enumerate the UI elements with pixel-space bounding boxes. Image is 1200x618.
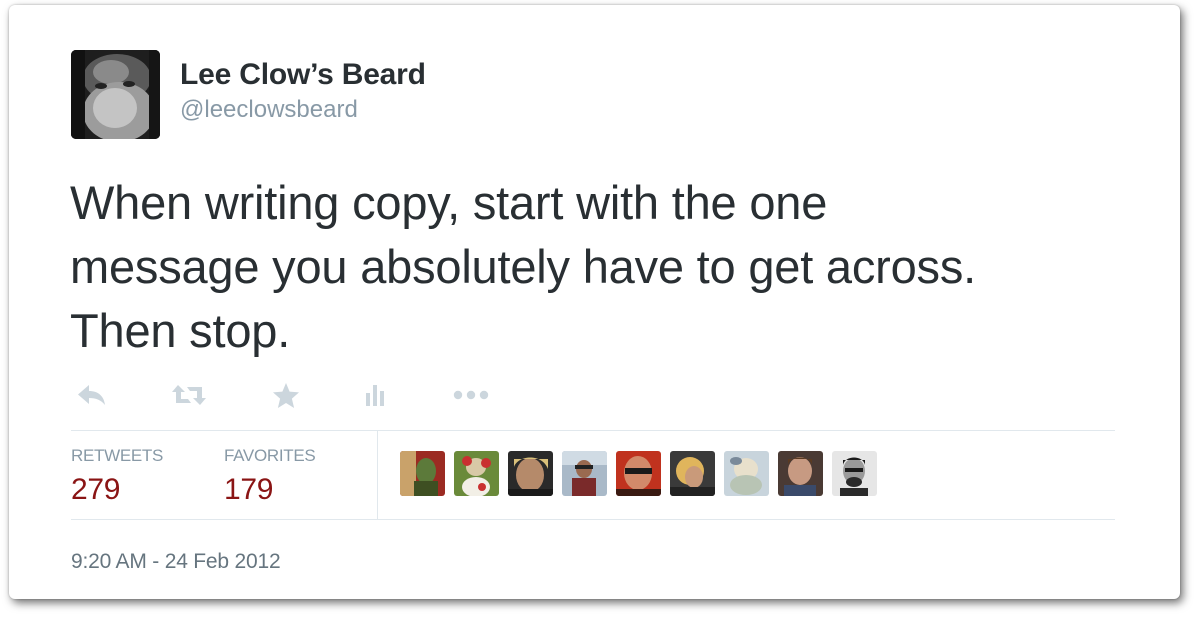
ellipsis-icon: [453, 390, 489, 400]
favoriter-avatar[interactable]: [778, 451, 823, 496]
favoriter-avatar[interactable]: [454, 451, 499, 496]
bar-chart-icon: [366, 385, 384, 406]
favoriter-avatar[interactable]: [562, 451, 607, 496]
tweet-card: Lee Clow’s Beard @leeclowsbeard When wri…: [9, 5, 1180, 599]
retweets-stat[interactable]: RETWEETS 279: [71, 445, 163, 508]
user-names: Lee Clow’s Beard @leeclowsbeard: [180, 56, 426, 125]
favoriter-avatar[interactable]: [724, 451, 769, 496]
user-avatar[interactable]: [71, 49, 160, 139]
favoriters-list: [400, 451, 886, 496]
tweet-stats: RETWEETS 279 FAVORITES 179: [71, 430, 1115, 520]
retweet-button[interactable]: [169, 375, 209, 415]
display-name[interactable]: Lee Clow’s Beard: [180, 56, 426, 94]
favorites-label: FAVORITES: [224, 446, 316, 465]
tweet-text: When writing copy, start with the one me…: [70, 171, 1150, 363]
tweet-timestamp[interactable]: 9:20 AM - 24 Feb 2012: [71, 548, 281, 576]
stats-button[interactable]: [361, 375, 389, 415]
retweets-count: 279: [71, 473, 121, 506]
star-icon: [273, 382, 299, 408]
stats-divider: [377, 431, 378, 519]
reply-button[interactable]: [75, 375, 109, 415]
screen-name[interactable]: @leeclowsbeard: [180, 95, 426, 125]
reply-icon: [78, 385, 105, 405]
more-button[interactable]: [451, 375, 491, 415]
tweet-actions: [75, 375, 491, 415]
retweet-icon: [172, 385, 206, 405]
tweet-header: Lee Clow’s Beard @leeclowsbeard: [71, 48, 426, 140]
favoriter-avatar[interactable]: [670, 451, 715, 496]
retweets-label: RETWEETS: [71, 446, 164, 465]
favorites-count: 179: [224, 473, 274, 506]
favoriter-avatar[interactable]: [616, 451, 661, 496]
tweet-text-line: When writing copy, start with the one: [70, 176, 828, 229]
favoriter-avatar[interactable]: [508, 451, 553, 496]
favoriter-avatar[interactable]: [832, 451, 877, 496]
tweet-text-line: Then stop.: [70, 304, 291, 357]
favoriter-avatar[interactable]: [400, 451, 445, 496]
favorite-button[interactable]: [269, 375, 303, 415]
favorites-stat[interactable]: FAVORITES 179: [224, 445, 316, 508]
tweet-text-line: message you absolutely have to get acros…: [70, 240, 977, 293]
